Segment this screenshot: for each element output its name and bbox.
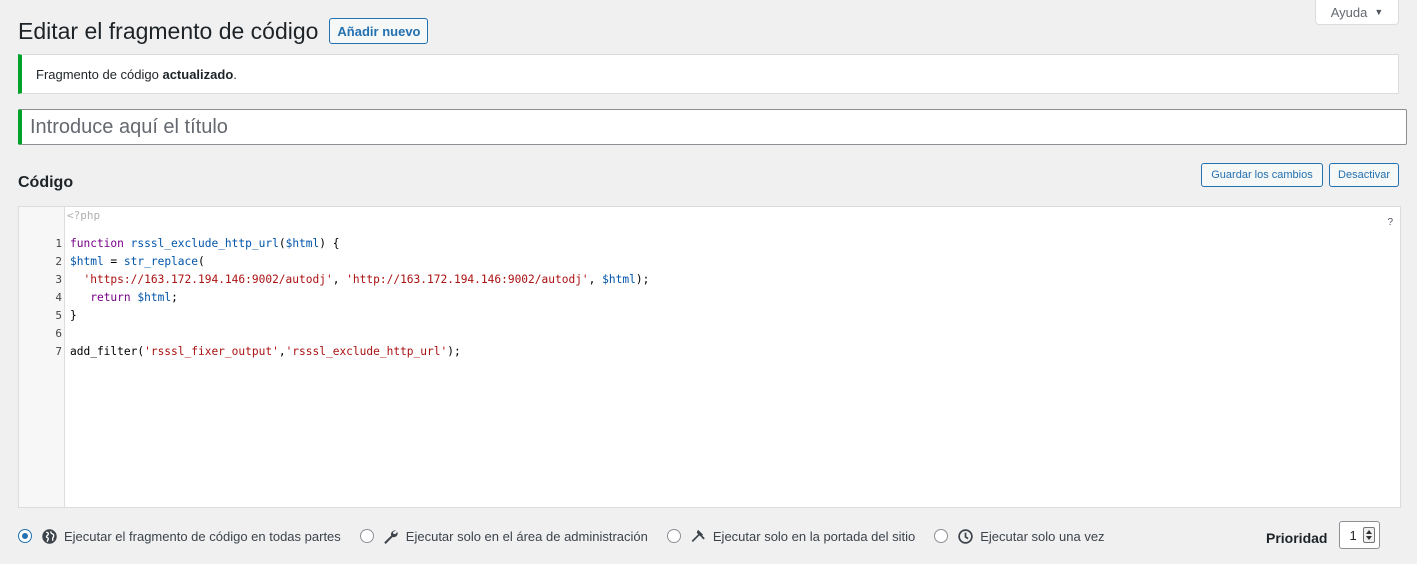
code-token: ,	[588, 273, 603, 286]
clock-icon	[956, 527, 974, 545]
globe-icon	[40, 527, 58, 545]
notice-text-prefix: Fragmento de código	[36, 66, 163, 82]
scope-option-admin[interactable]: Ejecutar solo en el área de administraci…	[359, 527, 648, 545]
line-content: add_filter('rsssl_fixer_output','rsssl_e…	[70, 343, 461, 361]
line-content: 'https://163.172.194.146:9002/autodj', '…	[70, 271, 649, 289]
priority-input[interactable]: 1	[1339, 521, 1381, 549]
line-number: 2	[55, 255, 62, 268]
scope-label-once: Ejecutar solo una vez	[980, 528, 1105, 544]
code-token: 'rsssl_fixer_output'	[144, 345, 279, 358]
title-placeholder: Introduce aquí el título	[30, 115, 228, 138]
code-token: =	[103, 255, 124, 268]
code-token: function	[70, 237, 124, 250]
priority-value: 1	[1349, 528, 1357, 543]
code-token: ,	[278, 345, 286, 358]
code-token: $html	[137, 291, 172, 304]
code-token: $html	[285, 237, 320, 250]
code-token: rsssl_exclude_http_url	[130, 237, 279, 250]
priority-stepper[interactable]	[1363, 527, 1376, 543]
code-editor[interactable]: <?php ? 1 function rsssl_exclude_http_url…	[18, 206, 1401, 508]
stepper-down-icon[interactable]	[1366, 536, 1373, 540]
scope-radio-once[interactable]	[934, 529, 949, 543]
code-token: ;	[171, 291, 178, 304]
code-heading: Código	[18, 174, 74, 191]
wrench-icon	[382, 527, 400, 545]
save-changes-button[interactable]: Guardar los cambios	[1201, 163, 1323, 187]
scope-radio-admin[interactable]	[359, 529, 374, 543]
notice-text-suffix: .	[233, 66, 237, 82]
code-token: 'http://163.172.194.146:9002/autodj'	[346, 273, 589, 286]
line-number: 1	[55, 237, 62, 250]
scope-option-frontend[interactable]: Ejecutar solo en la portada del sitio	[666, 527, 916, 545]
deactivate-button[interactable]: Desactivar	[1329, 163, 1399, 187]
scope-options: Ejecutar el fragmento de código en todas…	[18, 525, 1124, 547]
scope-label-frontend: Ejecutar solo en la portada del sitio	[712, 528, 916, 544]
code-token: ) {	[319, 237, 340, 250]
scope-label-everywhere: Ejecutar el fragmento de código en todas…	[64, 528, 341, 544]
line-content: function rsssl_exclude_http_url($html) {	[70, 235, 339, 253]
notice-text-bold: actualizado	[162, 66, 234, 82]
code-token: (	[198, 255, 205, 268]
line-content: return $html;	[70, 289, 178, 307]
priority-field: Prioridad 1	[1266, 521, 1381, 549]
editor-help-icon[interactable]: ?	[1387, 217, 1393, 228]
line-content: }	[70, 307, 77, 325]
line-number: 6	[55, 327, 62, 340]
help-tab-label: Ayuda	[1330, 4, 1368, 20]
php-open-tag: <?php	[67, 209, 101, 222]
title-input[interactable]: Introduce aquí el título	[18, 109, 1407, 145]
notice-text: Fragmento de código actualizado.	[36, 67, 237, 82]
line-content: $html = str_replace(	[70, 253, 205, 271]
code-token: add_filter(	[70, 345, 145, 358]
add-new-button[interactable]: Añadir nuevo	[329, 18, 429, 44]
scope-radio-everywhere[interactable]	[18, 529, 32, 543]
line-number: 5	[55, 309, 62, 322]
page-title: Editar el fragmento de código	[18, 18, 319, 44]
line-number: 3	[55, 273, 62, 286]
code-token: $html	[70, 255, 104, 268]
code-token: 'rsssl_exclude_http_url'	[285, 345, 448, 358]
help-tab[interactable]: Ayuda ▼	[1315, 0, 1399, 25]
hammer-icon	[689, 527, 707, 545]
line-number: 7	[55, 345, 62, 358]
code-token: );	[447, 345, 461, 358]
code-token: $html	[602, 273, 636, 286]
success-notice: Fragmento de código actualizado.	[18, 54, 1399, 94]
code-token: ,	[332, 273, 347, 286]
code-token: str_replace	[123, 255, 198, 268]
scope-radio-frontend[interactable]	[666, 529, 681, 543]
code-token: return	[90, 291, 131, 304]
code-token: (	[278, 237, 286, 250]
code-token: }	[70, 309, 77, 322]
scope-option-once[interactable]: Ejecutar solo una vez	[934, 527, 1105, 545]
line-number: 4	[55, 291, 62, 304]
scope-option-everywhere[interactable]: Ejecutar el fragmento de código en todas…	[18, 527, 341, 545]
code-token: );	[635, 273, 650, 286]
scope-label-admin: Ejecutar solo en el área de administraci…	[405, 528, 648, 544]
caret-down-icon: ▼	[1374, 7, 1384, 17]
stepper-up-icon[interactable]	[1366, 530, 1373, 534]
priority-label: Prioridad	[1266, 530, 1328, 546]
code-token: 'https://163.172.194.146:9002/autodj'	[83, 273, 333, 286]
page-header: Editar el fragmento de código Añadir nue…	[18, 16, 429, 46]
